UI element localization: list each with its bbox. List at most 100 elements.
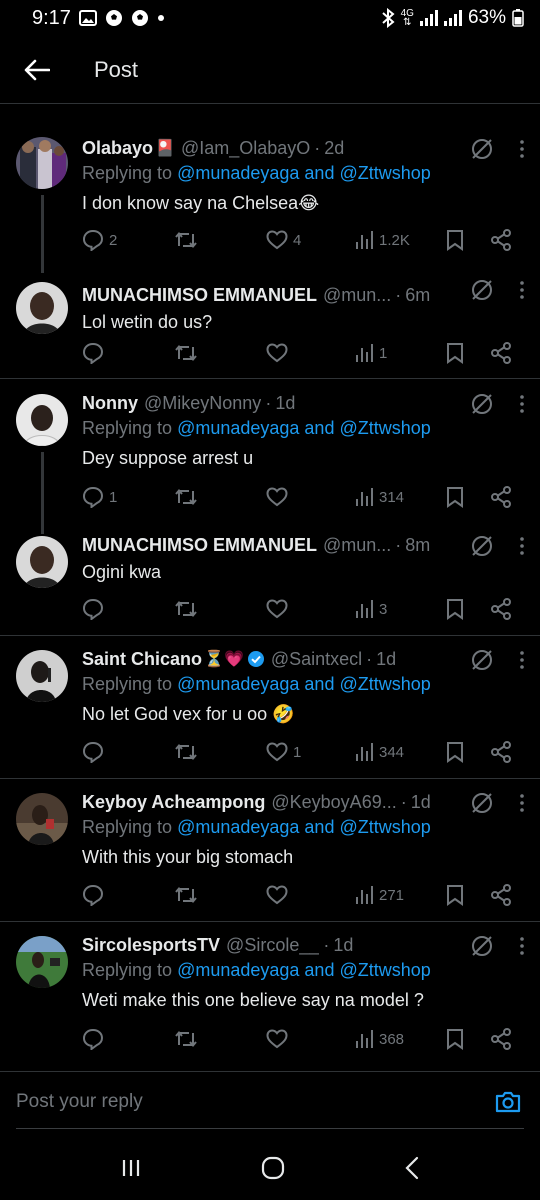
share-button[interactable]	[490, 342, 512, 364]
like-button[interactable]	[266, 885, 293, 905]
home-icon[interactable]	[261, 1156, 285, 1180]
bookmark-button[interactable]	[446, 486, 464, 508]
tweet[interactable]: Olabayo 🎴 @Iam_OlabayO · 2d Replying to …	[0, 105, 540, 273]
reply-button[interactable]	[82, 884, 109, 906]
views-button[interactable]: 1.2K	[354, 230, 410, 250]
grok-icon[interactable]	[470, 137, 494, 161]
views-button[interactable]: 271	[354, 885, 404, 905]
author-name[interactable]: MUNACHIMSO EMMANUEL	[82, 285, 317, 306]
grok-icon[interactable]	[470, 278, 494, 302]
like-button[interactable]	[266, 487, 293, 507]
share-button[interactable]	[490, 741, 512, 763]
author-handle[interactable]: @Iam_OlabayO	[181, 138, 310, 159]
reply-input[interactable]: Post your reply	[16, 1091, 143, 1113]
more-options-icon[interactable]	[520, 140, 524, 158]
avatar[interactable]	[16, 536, 68, 588]
bookmark-button[interactable]	[446, 884, 464, 906]
author-handle[interactable]: @MikeyNonny	[144, 393, 261, 414]
grok-icon[interactable]	[470, 534, 494, 558]
more-options-icon[interactable]	[520, 395, 524, 413]
tweet[interactable]: Keyboy Acheampong @KeyboyA69... · 1d Rep…	[0, 779, 540, 922]
grok-icon[interactable]	[470, 934, 494, 958]
like-button[interactable]: 4	[266, 230, 301, 250]
share-button[interactable]	[490, 229, 512, 251]
author-handle[interactable]: @Saintxecl	[271, 649, 362, 670]
avatar[interactable]	[16, 650, 68, 702]
like-button[interactable]	[266, 343, 293, 363]
replying-mentions[interactable]: @munadeyaga and @Zttwshop	[177, 817, 431, 837]
tweet[interactable]: MUNACHIMSO EMMANUEL @mun... · 8m Ogini k…	[0, 520, 540, 636]
views-button[interactable]: 314	[354, 487, 404, 507]
reply-button[interactable]: 1	[82, 486, 117, 508]
reply-button[interactable]: 2	[82, 229, 117, 251]
author-name[interactable]: MUNACHIMSO EMMANUEL	[82, 535, 317, 556]
more-options-icon[interactable]	[520, 937, 524, 955]
share-button[interactable]	[490, 884, 512, 906]
tweet[interactable]: Saint Chicano ⏳💗 @Saintxecl · 1d Replyin…	[0, 636, 540, 779]
repost-button[interactable]	[174, 599, 203, 619]
avatar[interactable]	[16, 793, 68, 845]
bookmark-button[interactable]	[446, 741, 464, 763]
repost-button[interactable]	[174, 885, 203, 905]
author-handle[interactable]: @mun...	[323, 285, 391, 306]
more-options-icon[interactable]	[520, 537, 524, 555]
grok-icon[interactable]	[470, 791, 494, 815]
author-name[interactable]: Keyboy Acheampong	[82, 792, 265, 813]
views-button[interactable]: 368	[354, 1029, 404, 1049]
author-name[interactable]: Nonny	[82, 393, 138, 414]
post-time[interactable]: 2d	[324, 138, 344, 159]
author-name[interactable]: Saint Chicano	[82, 649, 202, 670]
reply-button[interactable]	[82, 342, 109, 364]
post-time[interactable]: 1d	[376, 649, 396, 670]
repost-button[interactable]	[174, 230, 203, 250]
reply-button[interactable]	[82, 1028, 109, 1050]
post-time[interactable]: 6m	[405, 285, 430, 306]
views-button[interactable]: 1	[354, 343, 387, 363]
post-time[interactable]: 1d	[333, 935, 353, 956]
share-button[interactable]	[490, 1028, 512, 1050]
recent-apps-icon[interactable]	[120, 1157, 142, 1179]
repost-button[interactable]	[174, 742, 203, 762]
author-handle[interactable]: @Sircole__	[226, 935, 319, 956]
share-button[interactable]	[490, 486, 512, 508]
like-button[interactable]: 1	[266, 742, 301, 762]
more-options-icon[interactable]	[520, 794, 524, 812]
avatar[interactable]	[16, 137, 68, 189]
like-button[interactable]	[266, 1029, 293, 1049]
avatar[interactable]	[16, 936, 68, 988]
author-handle[interactable]: @KeyboyA69...	[271, 792, 396, 813]
bookmark-button[interactable]	[446, 1028, 464, 1050]
back-nav-icon[interactable]	[404, 1156, 420, 1180]
share-button[interactable]	[490, 598, 512, 620]
more-options-icon[interactable]	[520, 651, 524, 669]
grok-icon[interactable]	[470, 392, 494, 416]
tweet[interactable]: SircolesportsTV @Sircole__ · 1d Replying…	[0, 922, 540, 1068]
avatar[interactable]	[16, 282, 68, 334]
grok-icon[interactable]	[470, 648, 494, 672]
reply-button[interactable]	[82, 598, 109, 620]
post-time[interactable]: 1d	[275, 393, 295, 414]
author-name[interactable]: Olabayo	[82, 138, 153, 159]
replying-mentions[interactable]: @munadeyaga and @Zttwshop	[177, 418, 431, 438]
avatar[interactable]	[16, 394, 68, 446]
more-options-icon[interactable]	[520, 281, 524, 299]
repost-button[interactable]	[174, 343, 203, 363]
like-button[interactable]	[266, 599, 293, 619]
repost-button[interactable]	[174, 1029, 203, 1049]
reply-composer[interactable]: Post your reply	[0, 1071, 540, 1131]
reply-button[interactable]	[82, 741, 109, 763]
author-name[interactable]: SircolesportsTV	[82, 935, 220, 956]
views-button[interactable]: 3	[354, 599, 387, 619]
bookmark-button[interactable]	[446, 229, 464, 251]
author-handle[interactable]: @mun...	[323, 535, 391, 556]
bookmark-button[interactable]	[446, 598, 464, 620]
camera-icon[interactable]	[494, 1090, 522, 1114]
replying-mentions[interactable]: @munadeyaga and @Zttwshop	[177, 163, 431, 183]
views-button[interactable]: 344	[354, 742, 404, 762]
repost-button[interactable]	[174, 487, 203, 507]
post-time[interactable]: 8m	[405, 535, 430, 556]
tweet[interactable]: Nonny @MikeyNonny · 1d Replying to @muna…	[0, 380, 540, 534]
back-button[interactable]	[12, 45, 62, 95]
post-time[interactable]: 1d	[411, 792, 431, 813]
bookmark-button[interactable]	[446, 342, 464, 364]
